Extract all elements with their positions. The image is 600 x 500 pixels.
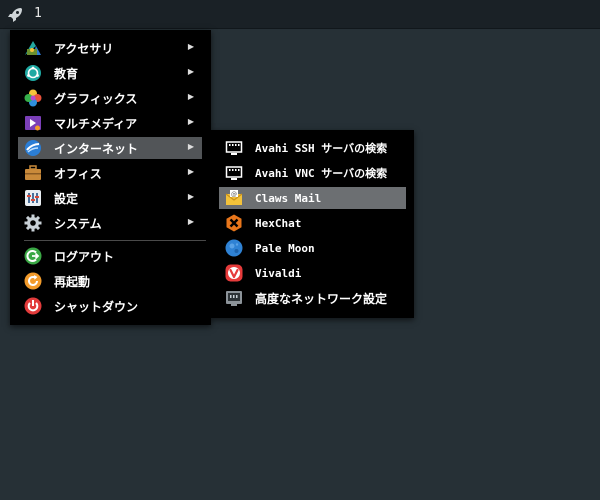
menu-item-label: グラフィックス [54, 91, 138, 106]
internet-submenu: Avahi SSH サーバの検索 Avahi VNC サーバの検索 @ Claw… [210, 130, 414, 318]
submenu-item-label: Avahi VNC サーバの検索 [255, 167, 388, 180]
internet-icon [23, 138, 43, 158]
submenu-arrow-icon: ▶ [187, 167, 194, 176]
menu-item-label: ログアウト [54, 249, 115, 264]
submenu-arrow-icon: ▶ [187, 92, 194, 101]
restart-icon [23, 271, 43, 291]
menu-item-shutdown[interactable]: シャットダウン [18, 295, 202, 317]
rocket-icon [8, 8, 22, 22]
vivaldi-icon [224, 263, 244, 283]
submenu-arrow-icon: ▶ [187, 117, 194, 126]
menu-item-office[interactable]: オフィス ▶ [18, 162, 202, 184]
network-monitor-icon [224, 138, 244, 158]
submenu-item-label: Claws Mail [255, 191, 322, 205]
pale-moon-icon [224, 238, 244, 258]
graphics-icon [23, 88, 43, 108]
gear-icon [23, 213, 43, 233]
submenu-arrow-icon: ▶ [187, 217, 194, 226]
menu-item-label: シャットダウン [54, 299, 139, 314]
submenu-arrow-icon: ▶ [187, 192, 194, 201]
menu-item-label: 設定 [54, 191, 79, 206]
main-menu: アクセサリ ▶ 教育 ▶ グラフィックス ▶ マルチメディア ▶ インターネット… [10, 30, 211, 325]
menu-item-label: インターネット [54, 141, 139, 156]
menu-separator [24, 240, 206, 241]
education-icon [23, 63, 43, 83]
menu-item-label: 教育 [54, 66, 79, 81]
workspace-indicator[interactable]: 1 [34, 6, 42, 21]
submenu-item-label: Avahi SSH サーバの検索 [255, 142, 388, 155]
network-monitor-icon [224, 163, 244, 183]
submenu-item-label: 高度なネットワーク設定 [255, 291, 388, 306]
submenu-item-advanced-network-settings[interactable]: 高度なネットワーク設定 [219, 287, 406, 309]
svg-text:@: @ [231, 191, 237, 198]
hexchat-icon [224, 213, 244, 233]
submenu-item-avahi-vnc[interactable]: Avahi VNC サーバの検索 [219, 162, 406, 184]
menu-item-multimedia[interactable]: マルチメディア ▶ [18, 112, 202, 134]
top-panel: 1 [0, 0, 600, 29]
submenu-item-hexchat[interactable]: HexChat [219, 212, 406, 234]
submenu-item-label: HexChat [255, 216, 302, 230]
menu-item-education[interactable]: 教育 ▶ [18, 62, 202, 84]
submenu-item-claws-mail[interactable]: @ Claws Mail [219, 187, 406, 209]
menu-item-label: マルチメディア [54, 116, 138, 131]
menu-item-internet[interactable]: インターネット ▶ [18, 137, 202, 159]
menu-item-system[interactable]: システム ▶ [18, 212, 202, 234]
menu-item-graphics[interactable]: グラフィックス ▶ [18, 87, 202, 109]
submenu-arrow-icon: ▶ [187, 142, 194, 151]
claws-mail-icon: @ [224, 188, 244, 208]
submenu-item-pale-moon[interactable]: Pale Moon [219, 237, 406, 259]
menu-item-label: オフィス [54, 166, 102, 181]
accessories-icon [23, 38, 43, 58]
submenu-item-label: Pale Moon [255, 241, 315, 255]
menu-item-label: システム [54, 216, 102, 231]
menu-item-accessories[interactable]: アクセサリ ▶ [18, 37, 202, 59]
submenu-arrow-icon: ▶ [187, 67, 194, 76]
menu-item-settings[interactable]: 設定 ▶ [18, 187, 202, 209]
menu-item-logout[interactable]: ログアウト [18, 245, 202, 267]
menu-item-label: アクセサリ [54, 41, 114, 56]
app-launcher-button[interactable] [4, 4, 26, 26]
menu-item-restart[interactable]: 再起動 [18, 270, 202, 292]
office-icon [23, 163, 43, 183]
submenu-item-avahi-ssh[interactable]: Avahi SSH サーバの検索 [219, 137, 406, 159]
multimedia-icon [23, 113, 43, 133]
settings-icon [23, 188, 43, 208]
network-settings-icon [224, 288, 244, 308]
submenu-arrow-icon: ▶ [187, 42, 194, 51]
logout-icon [23, 246, 43, 266]
menu-item-label: 再起動 [54, 274, 91, 289]
submenu-item-label: Vivaldi [255, 266, 302, 280]
submenu-item-vivaldi[interactable]: Vivaldi [219, 262, 406, 284]
power-icon [23, 296, 43, 316]
